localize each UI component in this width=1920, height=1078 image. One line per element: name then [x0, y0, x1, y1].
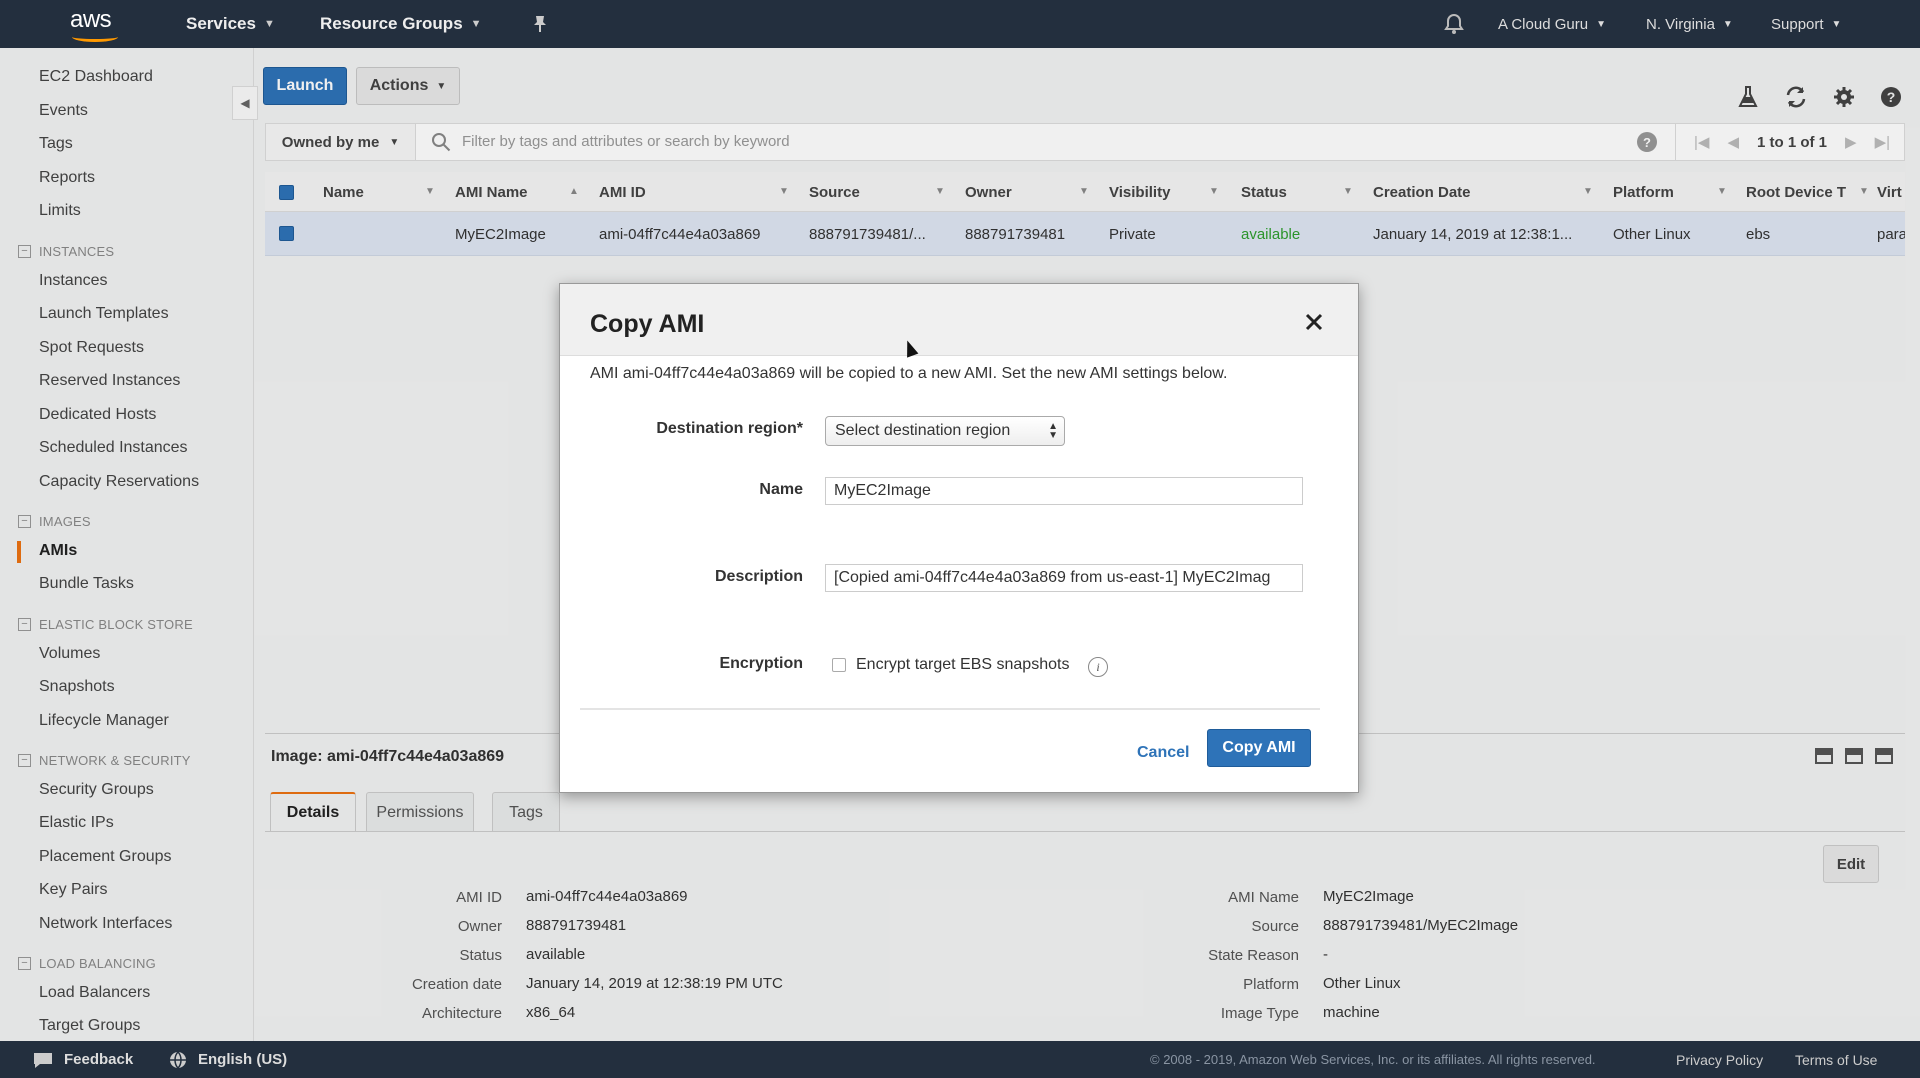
name-input[interactable]: MyEC2Image	[825, 477, 1303, 505]
support-label: Support	[1771, 15, 1824, 33]
destination-region-label: Destination region*	[656, 420, 803, 437]
chevron-down-icon: ▼	[1722, 18, 1733, 30]
support-menu[interactable]: Support ▼	[1771, 0, 1841, 48]
modal-intro: AMI ami-04ff7c44e4a03a869 will be copied…	[590, 365, 1228, 382]
services-menu[interactable]: Services ▼	[186, 0, 275, 48]
cancel-button[interactable]: Cancel	[1137, 744, 1189, 762]
name-label: Name	[759, 481, 803, 498]
info-icon[interactable]: i	[1088, 657, 1108, 677]
modal-header: Copy AMI	[560, 284, 1358, 356]
language-label: English (US)	[198, 1051, 288, 1068]
aws-logo-text: aws	[70, 6, 112, 33]
modal-divider	[580, 708, 1320, 710]
chevron-down-icon: ▼	[1831, 18, 1842, 30]
language-selector[interactable]: English (US)	[168, 1041, 287, 1078]
account-menu[interactable]: A Cloud Guru ▼	[1498, 0, 1606, 48]
copy-ami-button[interactable]: Copy AMI	[1207, 729, 1311, 767]
top-nav: aws Services ▼ Resource Groups ▼ A Cloud…	[0, 0, 1920, 48]
account-label: A Cloud Guru	[1498, 15, 1589, 33]
region-menu[interactable]: N. Virginia ▼	[1646, 0, 1733, 48]
copyright: © 2008 - 2019, Amazon Web Services, Inc.…	[1150, 1052, 1596, 1067]
description-label: Description	[714, 568, 803, 585]
encrypt-checkbox-label[interactable]: Encrypt target EBS snapshots	[856, 656, 1069, 674]
terms-of-use-link[interactable]: Terms of Use	[1795, 1041, 1877, 1078]
chevron-down-icon: ▼	[263, 18, 275, 30]
resource-groups-label: Resource Groups	[320, 14, 463, 33]
region-label: N. Virginia	[1646, 15, 1715, 33]
description-input[interactable]: [Copied ami-04ff7c44e4a03a869 from us-ea…	[825, 564, 1303, 592]
resource-groups-menu[interactable]: Resource Groups ▼	[320, 0, 482, 48]
encryption-label: Encryption	[719, 655, 803, 672]
select-arrows-icon: ▲ ▼	[1048, 421, 1058, 441]
chevron-down-icon: ▼	[470, 18, 482, 30]
pin-icon[interactable]	[532, 0, 548, 48]
aws-logo[interactable]: aws	[70, 6, 122, 42]
services-label: Services	[186, 14, 256, 33]
bell-icon[interactable]	[1444, 0, 1464, 48]
modal-title: Copy AMI	[590, 310, 705, 338]
destination-region-value: Select destination region	[835, 422, 1011, 439]
footer: Feedback English (US) © 2008 - 2019, Ama…	[0, 1041, 1920, 1078]
privacy-policy-link[interactable]: Privacy Policy	[1676, 1041, 1763, 1078]
destination-region-select[interactable]: Select destination region ▲ ▼	[825, 416, 1065, 446]
copy-ami-dialog: Copy AMI AMI ami-04ff7c44e4a03a869 will …	[559, 283, 1359, 793]
speech-bubble-icon	[34, 1052, 52, 1068]
globe-icon	[170, 1050, 186, 1069]
chevron-down-icon: ▼	[1596, 18, 1606, 30]
close-icon[interactable]	[1300, 308, 1328, 336]
feedback-link[interactable]: Feedback	[32, 1041, 133, 1078]
feedback-label: Feedback	[64, 1051, 134, 1068]
encrypt-checkbox[interactable]	[832, 658, 846, 672]
